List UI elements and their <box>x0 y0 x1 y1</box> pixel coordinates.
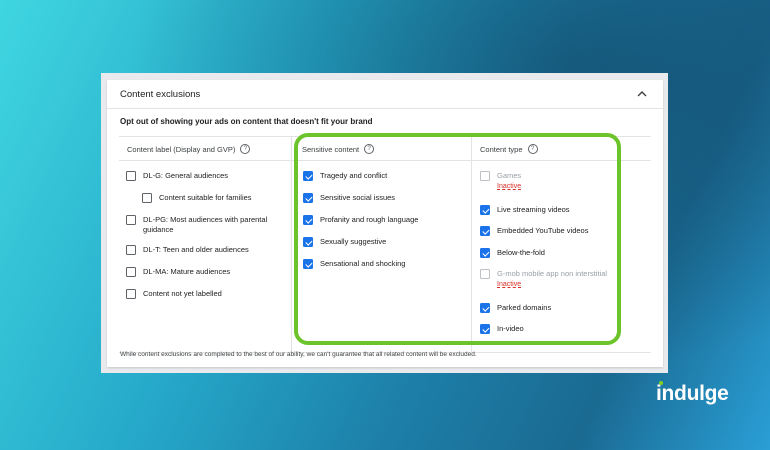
column-header-label: Content label (Display and GVP) <box>127 144 236 154</box>
logo-dot <box>659 381 663 385</box>
checkbox-dl-g[interactable]: DL-G: General audiences <box>126 171 228 181</box>
checkbox-icon[interactable] <box>126 267 136 277</box>
checkbox-icon[interactable] <box>126 215 136 225</box>
checkbox-icon[interactable] <box>126 171 136 181</box>
column-header-content-label: Content label (Display and GVP) ? <box>127 144 251 154</box>
checkbox-icon[interactable] <box>126 289 136 299</box>
disclaimer-note: While content exclusions are completed t… <box>120 351 477 358</box>
help-icon[interactable]: ? <box>240 144 251 154</box>
highlight-outline <box>294 133 621 345</box>
chevron-up-icon[interactable] <box>635 87 649 101</box>
checkbox-not-yet-labelled[interactable]: Content not yet labelled <box>126 289 222 299</box>
checkbox-dl-t[interactable]: DL-T: Teen and older audiences <box>126 245 249 255</box>
checkbox-dl-pg[interactable]: DL-PG: Most audiences with parental guid… <box>126 215 276 235</box>
checkbox-suitable-for-families[interactable]: Content suitable for families <box>142 193 252 203</box>
checkbox-dl-ma[interactable]: DL-MA: Mature audiences <box>126 267 230 277</box>
column-divider <box>291 136 292 352</box>
checkbox-icon[interactable] <box>126 245 136 255</box>
card-header[interactable]: Content exclusions <box>107 80 663 109</box>
brand-logo: indulge <box>656 382 729 405</box>
card-title: Content exclusions <box>120 89 201 100</box>
card-subtitle: Opt out of showing your ads on content t… <box>120 117 373 126</box>
checkbox-icon[interactable] <box>142 193 152 203</box>
